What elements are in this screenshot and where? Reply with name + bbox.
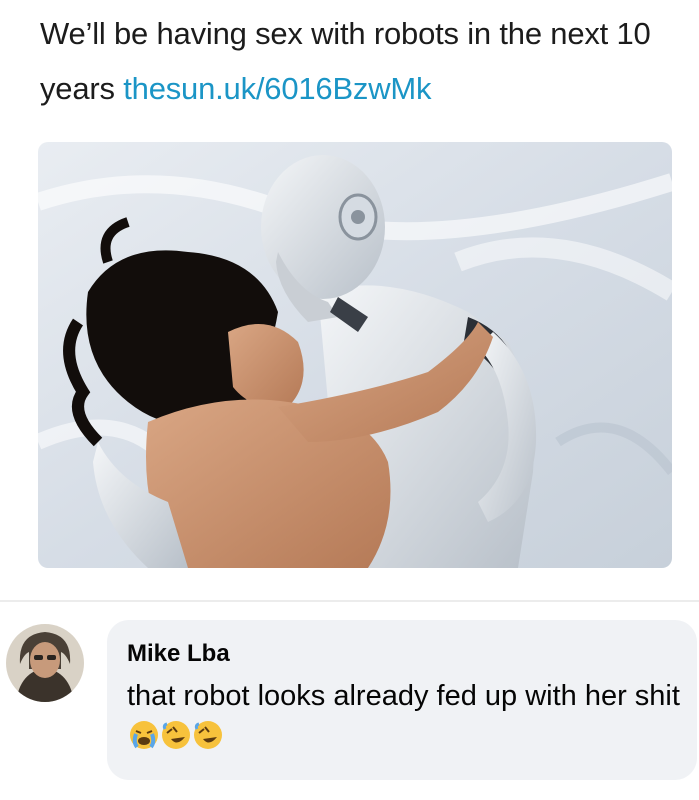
post-photo[interactable] bbox=[38, 142, 672, 568]
comment-author[interactable]: Mike Lba bbox=[127, 640, 230, 668]
post-link[interactable]: thesun.uk/6016BzwMk bbox=[123, 71, 431, 106]
comment-text: that robot looks already fed up with her… bbox=[127, 676, 687, 756]
avatar[interactable] bbox=[6, 624, 84, 702]
rolling-on-floor-laughing-emoji bbox=[194, 721, 222, 749]
post-text: We’ll be having sex with robots in the n… bbox=[40, 6, 680, 116]
crying-face-emoji bbox=[130, 721, 158, 749]
rolling-on-floor-laughing-emoji bbox=[162, 721, 190, 749]
photo-image bbox=[38, 142, 672, 568]
comment-bubble[interactable]: Mike Lba that robot looks already fed up… bbox=[107, 620, 697, 780]
comment-body: that robot looks already fed up with her… bbox=[127, 680, 680, 712]
avatar-icon bbox=[6, 624, 84, 702]
divider bbox=[0, 600, 699, 602]
